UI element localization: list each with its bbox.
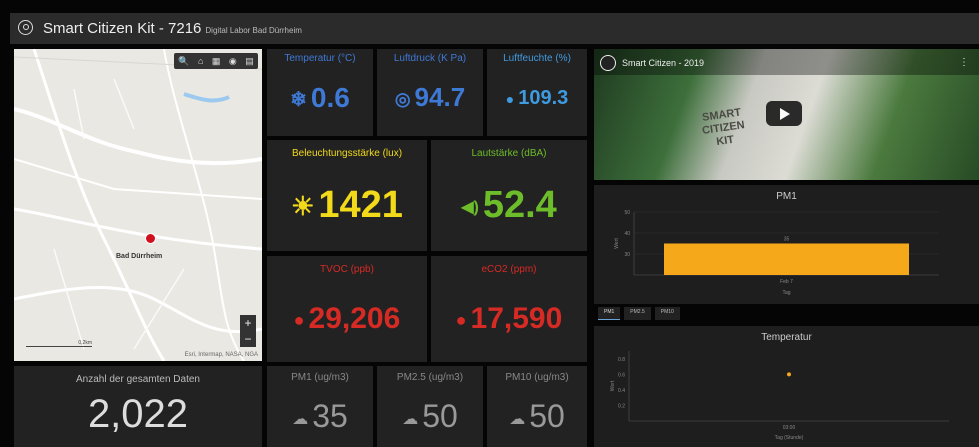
- tab-pm10[interactable]: PM10: [654, 307, 680, 320]
- dashboard-subtitle: Digital Labor Bad Dürrheim: [205, 26, 302, 35]
- channel-logo-icon[interactable]: [600, 55, 616, 71]
- tvoc-label: TVOC (ppb): [320, 264, 374, 275]
- total-count-value: 2,022: [87, 392, 189, 436]
- smart-citizen-logo-icon: [18, 20, 33, 35]
- pressure-value: ◎ 94.7: [394, 82, 466, 112]
- pm10-label: PM10 (ug/m3): [505, 372, 569, 383]
- tab-pm25[interactable]: PM2.5: [624, 307, 651, 320]
- pm1-bar: [664, 243, 909, 275]
- map-attribution: Esri, Intermap, NASA, NGA: [184, 352, 258, 358]
- dust-cloud-icon: ☁: [292, 410, 309, 428]
- y-tick-label: 0.8: [618, 357, 625, 363]
- map-zoom-control: + −: [240, 315, 256, 347]
- sun-icon: ☀: [291, 191, 315, 222]
- dashboard-header: Smart Citizen Kit - 7216 Digital Labor Ba…: [10, 13, 979, 44]
- map-home-icon[interactable]: ⌂: [198, 56, 203, 66]
- tile-eco2: eCO2 (ppm) ● 17,590: [431, 256, 587, 362]
- tile-pm1: PM1 (ug/m3) ☁ 35: [267, 366, 373, 447]
- video-play-button[interactable]: [766, 101, 802, 126]
- pm25-label: PM2.5 (ug/m3): [396, 372, 464, 383]
- dust-cloud-icon: ☁: [509, 410, 526, 428]
- loudness-label: Lautstärke (dBA): [471, 148, 547, 159]
- temperature-chart-panel: Temperatur 0.8 0.6 0.4 0.2 03:00 Tag (Stunde)…: [594, 326, 979, 447]
- bar-data-label: 35: [784, 237, 790, 243]
- x-axis-label: Tag (Stunde): [775, 435, 804, 441]
- map-toolbar: 🔍 ⌂ ▦ ◉ ▤: [174, 53, 258, 69]
- temperature-point: [787, 372, 791, 377]
- tile-humidity: Luftfeuchte (%) ● 109.3: [487, 49, 587, 136]
- y-tick-label: 0.4: [618, 388, 625, 394]
- y-tick-label: 40: [624, 231, 630, 237]
- tile-temperature: Temperatur (°C) ❄ 0.6: [267, 49, 373, 136]
- illuminance-value: ☀ 1421: [291, 184, 403, 226]
- x-tick-label: 03:00: [783, 425, 796, 431]
- zoom-in-button[interactable]: +: [244, 316, 251, 330]
- thermometer-icon: ❄: [290, 89, 307, 112]
- y-axis-label: Wert: [610, 380, 616, 391]
- map-locate-icon[interactable]: ◉: [229, 56, 237, 67]
- video-shirt-text: SMART CITIZEN KIT: [701, 106, 746, 149]
- video-menu-icon[interactable]: ⋮: [959, 57, 969, 68]
- speaker-icon: ◀): [461, 198, 479, 216]
- y-axis-label: Wert: [614, 238, 620, 249]
- tile-loudness: Lautstärke (dBA) ◀) 52.4: [431, 140, 587, 251]
- dust-cloud-icon: ☁: [402, 410, 419, 428]
- tile-tvoc: TVOC (ppb) ● 29,206: [267, 256, 427, 362]
- y-tick-label: 0.6: [618, 372, 625, 378]
- video-title[interactable]: Smart Citizen - 2019: [622, 58, 704, 68]
- y-tick-label: 0.2: [618, 403, 625, 409]
- pm1-chart: 50 40 30 35 Feb 7 Tag Wert: [614, 210, 939, 296]
- x-tick-label: Feb 7: [780, 279, 793, 285]
- map-place-label: Bad Dürrheim: [116, 253, 163, 260]
- x-axis-label: Tag: [782, 290, 790, 296]
- tvoc-value: ● 29,206: [293, 302, 401, 335]
- tile-illuminance: Beleuchtungsstärke (lux) ☀ 1421: [267, 140, 427, 251]
- pressure-label: Luftdruck (K Pa): [393, 53, 467, 64]
- droplet-icon: ●: [505, 90, 515, 107]
- dashboard-title: Smart Citizen Kit - 7216 Digital Labor Ba…: [43, 20, 302, 37]
- tile-pm25: PM2.5 (ug/m3) ☁ 50: [377, 366, 483, 447]
- eco2-label: eCO2 (ppm): [481, 264, 537, 275]
- total-count-label: Anzahl der gesamten Daten: [76, 374, 200, 385]
- map-search-icon[interactable]: 🔍: [178, 56, 189, 67]
- tile-pm10: PM10 (ug/m3) ☁ 50: [487, 366, 587, 447]
- pm1-chart-panel: PM1 50 40 30 35 Feb 7 Tag Wert: [594, 185, 979, 304]
- y-tick-label: 30: [624, 252, 630, 258]
- pm1-label: PM1 (ug/m3): [291, 372, 349, 383]
- loudness-value: ◀) 52.4: [461, 184, 557, 226]
- map-streets: [14, 49, 262, 361]
- temperature-chart: 0.8 0.6 0.4 0.2 03:00 Tag (Stunde) Wert: [610, 351, 949, 441]
- temperature-label: Temperatur (°C): [284, 53, 356, 64]
- map-layers-icon[interactable]: ▤: [245, 56, 254, 67]
- illuminance-label: Beleuchtungsstärke (lux): [291, 148, 403, 159]
- sensor-location-marker[interactable]: [145, 233, 156, 244]
- humidity-label: Luftfeuchte (%): [503, 53, 571, 64]
- warning-circle-icon: ●: [455, 309, 467, 330]
- eco2-value: ● 17,590: [455, 302, 563, 335]
- tile-pressure: Luftdruck (K Pa) ◎ 94.7: [377, 49, 483, 136]
- zoom-out-button[interactable]: −: [244, 332, 251, 346]
- temperature-value: ❄ 0.6: [290, 82, 350, 113]
- gauge-icon: ◎: [394, 88, 411, 109]
- humidity-value: ● 109.3: [505, 87, 569, 109]
- map-basemap-icon[interactable]: ▦: [212, 56, 221, 67]
- pm25-value: ☁ 50: [402, 398, 458, 434]
- pm10-value: ☁ 50: [509, 398, 565, 434]
- warning-circle-icon: ●: [293, 309, 305, 330]
- tile-total-count: Anzahl der gesamten Daten 2,022: [14, 366, 262, 447]
- map-scale-bar: 0,2km: [26, 340, 92, 347]
- pm1-value: ☁ 35: [292, 398, 348, 434]
- chart-tabs: PM1 PM2.5 PM10: [598, 307, 680, 320]
- location-map[interactable]: 🔍 ⌂ ▦ ◉ ▤ Bad Dürrheim + − 0,2km Esri, I…: [14, 49, 262, 361]
- embedded-video[interactable]: Smart Citizen - 2019 ⋮ SMART CITIZEN KIT: [594, 49, 979, 180]
- y-tick-label: 50: [624, 210, 630, 216]
- tab-pm1[interactable]: PM1: [598, 307, 621, 320]
